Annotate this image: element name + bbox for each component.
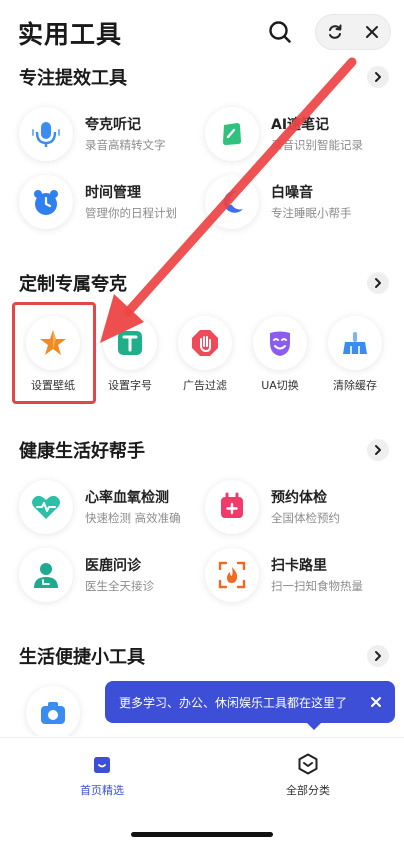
section-title-health: 健康生活好帮手 (19, 441, 145, 462)
heart-pulse-icon (32, 495, 60, 519)
tool-icon-wrap (19, 175, 73, 229)
tool-calorie-scan[interactable]: 扫卡路里 扫一扫知食物热量 (205, 548, 385, 604)
chevron-right-icon (375, 651, 381, 661)
feature-tooltip: 更多学习、办公、休闲娱乐工具都在这里了 (105, 681, 395, 730)
header: 实用工具 (0, 0, 404, 64)
nav-item-all-categories[interactable]: 全部分类 (258, 746, 358, 802)
tool-subtitle: 录音高精转文字 (85, 138, 166, 152)
hexagon-icon (298, 753, 318, 775)
tool-title: 时间管理 (85, 185, 141, 201)
custom-item-label: 设置字号 (108, 379, 152, 392)
bottom-nav: 首页精选 全部分类 (0, 737, 404, 809)
search-button[interactable] (266, 18, 294, 46)
custom-item-ua-switch[interactable]: UA切换 (243, 306, 317, 398)
chevron-right-icon (375, 278, 381, 288)
section-title-custom: 定制专属夸克 (19, 274, 127, 295)
life-item-camera[interactable] (16, 676, 90, 736)
microphone-icon (32, 122, 60, 147)
broom-icon (343, 332, 367, 354)
tool-icon-wrap (19, 107, 73, 161)
doctor-icon (34, 563, 58, 588)
nav-item-home[interactable]: 首页精选 (52, 746, 152, 802)
section-more-focus[interactable] (367, 66, 389, 88)
mini-icon-wrap (26, 686, 80, 736)
camera-icon (41, 702, 65, 724)
section-title-focus: 专注提效工具 (19, 68, 127, 89)
refresh-icon (328, 24, 341, 39)
mini-icon-wrap (103, 316, 157, 370)
tool-subtitle: 快速检测 高效准确 (85, 511, 181, 525)
custom-item-ad-filter[interactable]: 广告过滤 (168, 306, 242, 398)
section-more-life[interactable] (367, 645, 389, 667)
tool-icon-wrap (205, 480, 259, 534)
tool-subtitle: 医生全天接诊 (85, 579, 154, 593)
tool-ai-notes[interactable]: AI速笔记 录音识别智能记录 (205, 107, 385, 163)
font-size-icon (118, 331, 142, 355)
tool-icon-wrap (19, 480, 73, 534)
tool-title: 夸克听记 (85, 117, 141, 133)
tool-icon-wrap (19, 548, 73, 602)
scan-flame-icon (218, 561, 246, 589)
tool-subtitle: 专注睡眠小帮手 (271, 206, 352, 220)
sleep-icon (223, 190, 243, 213)
custom-item-clear-cache[interactable]: 清除缓存 (318, 306, 392, 398)
tool-title: AI速笔记 (271, 117, 330, 133)
custom-item-label: UA切换 (261, 379, 299, 392)
capsule-menu (315, 14, 391, 50)
page-title: 实用工具 (18, 20, 123, 49)
close-button[interactable] (360, 20, 384, 44)
tool-subtitle: 扫一扫知食物热量 (271, 579, 363, 593)
mini-icon-wrap (178, 316, 232, 370)
tool-icon-wrap (205, 175, 259, 229)
home-bag-icon (94, 757, 110, 773)
section-more-health[interactable] (367, 439, 389, 461)
tool-subtitle: 录音识别智能记录 (271, 138, 363, 152)
tool-checkup-booking[interactable]: 预约体检 全国体检预约 (205, 480, 385, 536)
custom-item-label: 广告过滤 (183, 379, 227, 392)
tool-time-management[interactable]: 时间管理 管理你的日程计划 (19, 175, 199, 231)
search-icon (269, 21, 291, 43)
mini-icon-wrap (328, 316, 382, 370)
ad-block-hand-icon (192, 330, 218, 356)
tool-title: 医鹿问诊 (85, 558, 141, 574)
nav-label: 全部分类 (286, 784, 330, 797)
tooltip-pointer (307, 723, 321, 730)
close-icon (365, 26, 378, 38)
nav-label: 首页精选 (80, 784, 124, 797)
tool-quark-listen[interactable]: 夸克听记 录音高精转文字 (19, 107, 199, 163)
tool-title: 扫卡路里 (271, 558, 327, 574)
tool-title: 心率血氧检测 (85, 490, 169, 506)
close-icon (371, 697, 381, 707)
home-indicator (131, 832, 273, 837)
tool-doctor-consult[interactable]: 医鹿问诊 医生全天接诊 (19, 548, 199, 604)
tool-title: 白噪音 (271, 185, 313, 201)
tool-icon-wrap (205, 107, 259, 161)
refresh-button[interactable] (323, 20, 347, 44)
tool-subtitle: 全国体检预约 (271, 511, 340, 525)
highlight-annotation-box (12, 302, 96, 404)
alarm-clock-icon (34, 190, 58, 215)
tool-white-noise[interactable]: 白噪音 专注睡眠小帮手 (205, 175, 385, 231)
note-icon (223, 123, 241, 145)
chevron-right-icon (375, 445, 381, 455)
tool-icon-wrap (205, 548, 259, 602)
section-title-life: 生活便捷小工具 (19, 647, 145, 668)
custom-item-font-size[interactable]: 设置字号 (93, 306, 167, 398)
calendar-plus-icon (221, 492, 243, 518)
mini-icon-wrap (253, 316, 307, 370)
tool-subtitle: 管理你的日程计划 (85, 206, 177, 220)
tool-heart-rate[interactable]: 心率血氧检测 快速检测 高效准确 (19, 480, 199, 536)
custom-item-label: 清除缓存 (333, 379, 377, 392)
section-more-custom[interactable] (367, 272, 389, 294)
tool-title: 预约体检 (271, 490, 327, 506)
tooltip-close-button[interactable] (367, 693, 385, 711)
chevron-right-icon (375, 72, 381, 82)
tooltip-text: 更多学习、办公、休闲娱乐工具都在这里了 (119, 695, 348, 710)
mask-icon (270, 331, 290, 356)
